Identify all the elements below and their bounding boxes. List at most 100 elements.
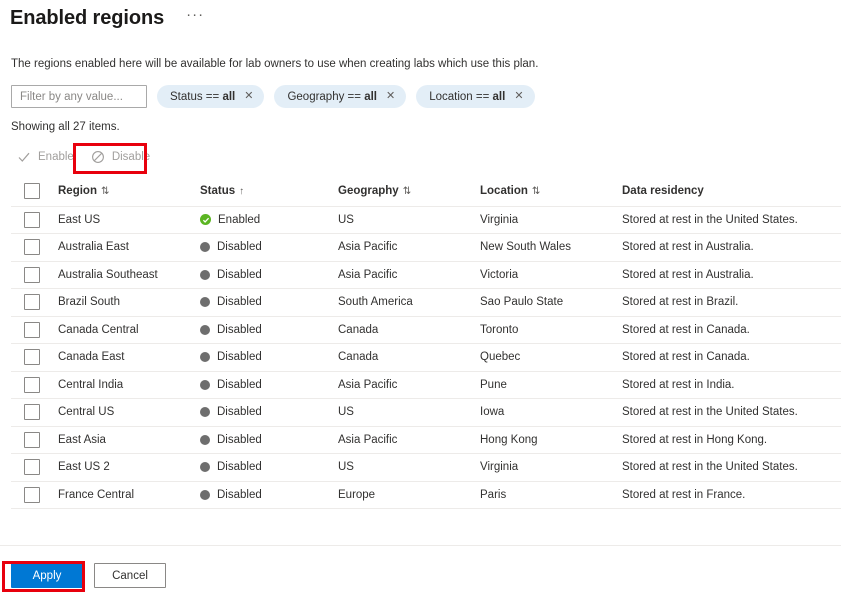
footer-actions: Apply Cancel <box>0 546 841 588</box>
cell-status: Disabled <box>200 233 338 262</box>
filter-input[interactable] <box>11 85 147 108</box>
row-checkbox[interactable] <box>24 266 40 283</box>
status-label: Disabled <box>217 241 262 254</box>
close-icon[interactable]: ✕ <box>242 91 255 102</box>
cell-geography: US <box>338 398 480 427</box>
cell-location: Sao Paulo State <box>480 288 622 317</box>
disabled-dot-icon <box>200 434 210 445</box>
table-row[interactable]: East Asia Disabled Asia Pacific Hong Kong St… <box>11 426 841 454</box>
cell-location: Iowa <box>480 398 622 427</box>
cell-location: Quebec <box>480 343 622 372</box>
cell-region: Central India <box>58 371 200 399</box>
column-header-status[interactable]: Status ↑ <box>200 177 338 207</box>
filter-pill-status[interactable]: Status == all ✕ <box>157 85 265 108</box>
row-select-cell <box>11 371 58 399</box>
cell-location: Toronto <box>480 316 622 344</box>
table-row[interactable]: East US Enabled US Virginia Stored at rest i… <box>11 206 841 234</box>
column-header-label: Data residency <box>622 185 704 198</box>
sort-toggle-icon[interactable]: ⇅ <box>101 186 109 197</box>
filter-pill-location[interactable]: Location == all ✕ <box>416 85 535 108</box>
cell-geography: Asia Pacific <box>338 261 480 289</box>
table-row[interactable]: Canada East Disabled Canada Quebec Stored at… <box>11 343 841 372</box>
table-header: Region ⇅ Status ↑ Geography ⇅ Location ⇅ Dat… <box>11 177 841 207</box>
table-row[interactable]: Canada Central Disabled Canada Toronto Store… <box>11 316 841 344</box>
row-checkbox[interactable] <box>24 459 40 476</box>
sort-ascending-icon[interactable]: ↑ <box>239 186 244 197</box>
filter-pill-geography[interactable]: Geography == all ✕ <box>274 85 407 108</box>
status-label: Disabled <box>217 323 262 336</box>
command-toolbar: Enable Disable <box>0 133 841 171</box>
cell-status: Disabled <box>200 398 338 427</box>
enabled-check-icon <box>200 214 211 226</box>
cell-location: Paris <box>480 481 622 509</box>
row-select-cell <box>11 426 58 454</box>
row-checkbox[interactable] <box>24 431 40 448</box>
table-row[interactable]: Australia East Disabled Asia Pacific New So… <box>11 233 841 262</box>
table-row[interactable]: Central US Disabled US Iowa Stored at rest i… <box>11 398 841 427</box>
row-checkbox[interactable] <box>24 486 40 503</box>
filter-pill-list: Status == all ✕ Geography == all ✕ Location … <box>157 85 535 108</box>
table-row[interactable]: Australia Southeast Disabled Asia Pacific V… <box>11 261 841 289</box>
table-row[interactable]: Brazil South Disabled South America Sao Pau… <box>11 288 841 317</box>
cell-status: Disabled <box>200 343 338 372</box>
page-title: Enabled regions <box>10 7 165 29</box>
column-header-label: Geography <box>338 185 399 198</box>
cell-location: Victoria <box>480 261 622 289</box>
apply-button[interactable]: Apply <box>11 563 83 588</box>
enable-button[interactable]: Enable <box>11 143 85 171</box>
column-header-geography[interactable]: Geography ⇅ <box>338 177 480 207</box>
row-checkbox[interactable] <box>24 239 40 256</box>
regions-table: Region ⇅ Status ↑ Geography ⇅ Location ⇅ Dat… <box>11 177 841 509</box>
cell-geography: Canada <box>338 343 480 372</box>
row-checkbox[interactable] <box>24 404 40 421</box>
cell-region: Central US <box>58 398 200 427</box>
status-label: Disabled <box>217 351 262 364</box>
close-icon[interactable]: ✕ <box>512 91 525 102</box>
row-select-cell <box>11 453 58 482</box>
disabled-dot-icon <box>200 489 210 500</box>
row-checkbox[interactable] <box>24 294 40 311</box>
cell-data-residency: Stored at rest in Canada. <box>622 343 841 372</box>
column-header-location[interactable]: Location ⇅ <box>480 177 622 207</box>
table-row[interactable]: East US 2 Disabled US Virginia Stored at res… <box>11 453 841 482</box>
disabled-dot-icon <box>200 242 210 253</box>
column-header-data-residency[interactable]: Data residency <box>622 177 841 207</box>
cell-status: Enabled <box>200 206 338 234</box>
cell-data-residency: Stored at rest in Brazil. <box>622 288 841 317</box>
disabled-dot-icon <box>200 379 210 390</box>
showing-count-label: Showing all 27 items. <box>11 121 120 133</box>
cell-status: Disabled <box>200 426 338 454</box>
close-icon[interactable]: ✕ <box>384 91 397 102</box>
cell-data-residency: Stored at rest in Australia. <box>622 233 841 262</box>
select-all-header <box>11 177 58 207</box>
disabled-dot-icon <box>200 297 210 308</box>
cell-data-residency: Stored at rest in the United States. <box>622 398 841 427</box>
cell-region: Australia East <box>58 233 200 262</box>
row-checkbox[interactable] <box>24 211 40 228</box>
cell-region: Brazil South <box>58 288 200 317</box>
cell-location: Hong Kong <box>480 426 622 454</box>
cell-geography: US <box>338 206 480 234</box>
table-header-row: Region ⇅ Status ↑ Geography ⇅ Location ⇅ Dat… <box>11 177 841 207</box>
more-horizontal-icon[interactable]: ··· <box>182 7 208 28</box>
cell-data-residency: Stored at rest in Hong Kong. <box>622 426 841 454</box>
row-checkbox[interactable] <box>24 349 40 366</box>
row-checkbox[interactable] <box>24 321 40 338</box>
disabled-dot-icon <box>200 407 210 418</box>
disable-button[interactable]: Disable <box>85 143 161 171</box>
table-row[interactable]: France Central Disabled Europe Paris Stored … <box>11 481 841 509</box>
cancel-button[interactable]: Cancel <box>94 563 166 588</box>
cell-geography: South America <box>338 288 480 317</box>
select-all-checkbox[interactable] <box>24 183 40 200</box>
row-checkbox[interactable] <box>24 376 40 393</box>
sort-toggle-icon[interactable]: ⇅ <box>403 186 411 197</box>
sort-toggle-icon[interactable]: ⇅ <box>532 186 540 197</box>
disabled-dot-icon <box>200 352 210 363</box>
cell-geography: Asia Pacific <box>338 233 480 262</box>
column-header-region[interactable]: Region ⇅ <box>58 177 200 207</box>
page-description: The regions enabled here will be availab… <box>11 58 539 70</box>
cell-data-residency: Stored at rest in the United States. <box>622 206 841 234</box>
cell-region: Australia Southeast <box>58 261 200 289</box>
block-icon <box>91 150 105 164</box>
table-row[interactable]: Central India Disabled Asia Pacific Pune Sto… <box>11 371 841 399</box>
